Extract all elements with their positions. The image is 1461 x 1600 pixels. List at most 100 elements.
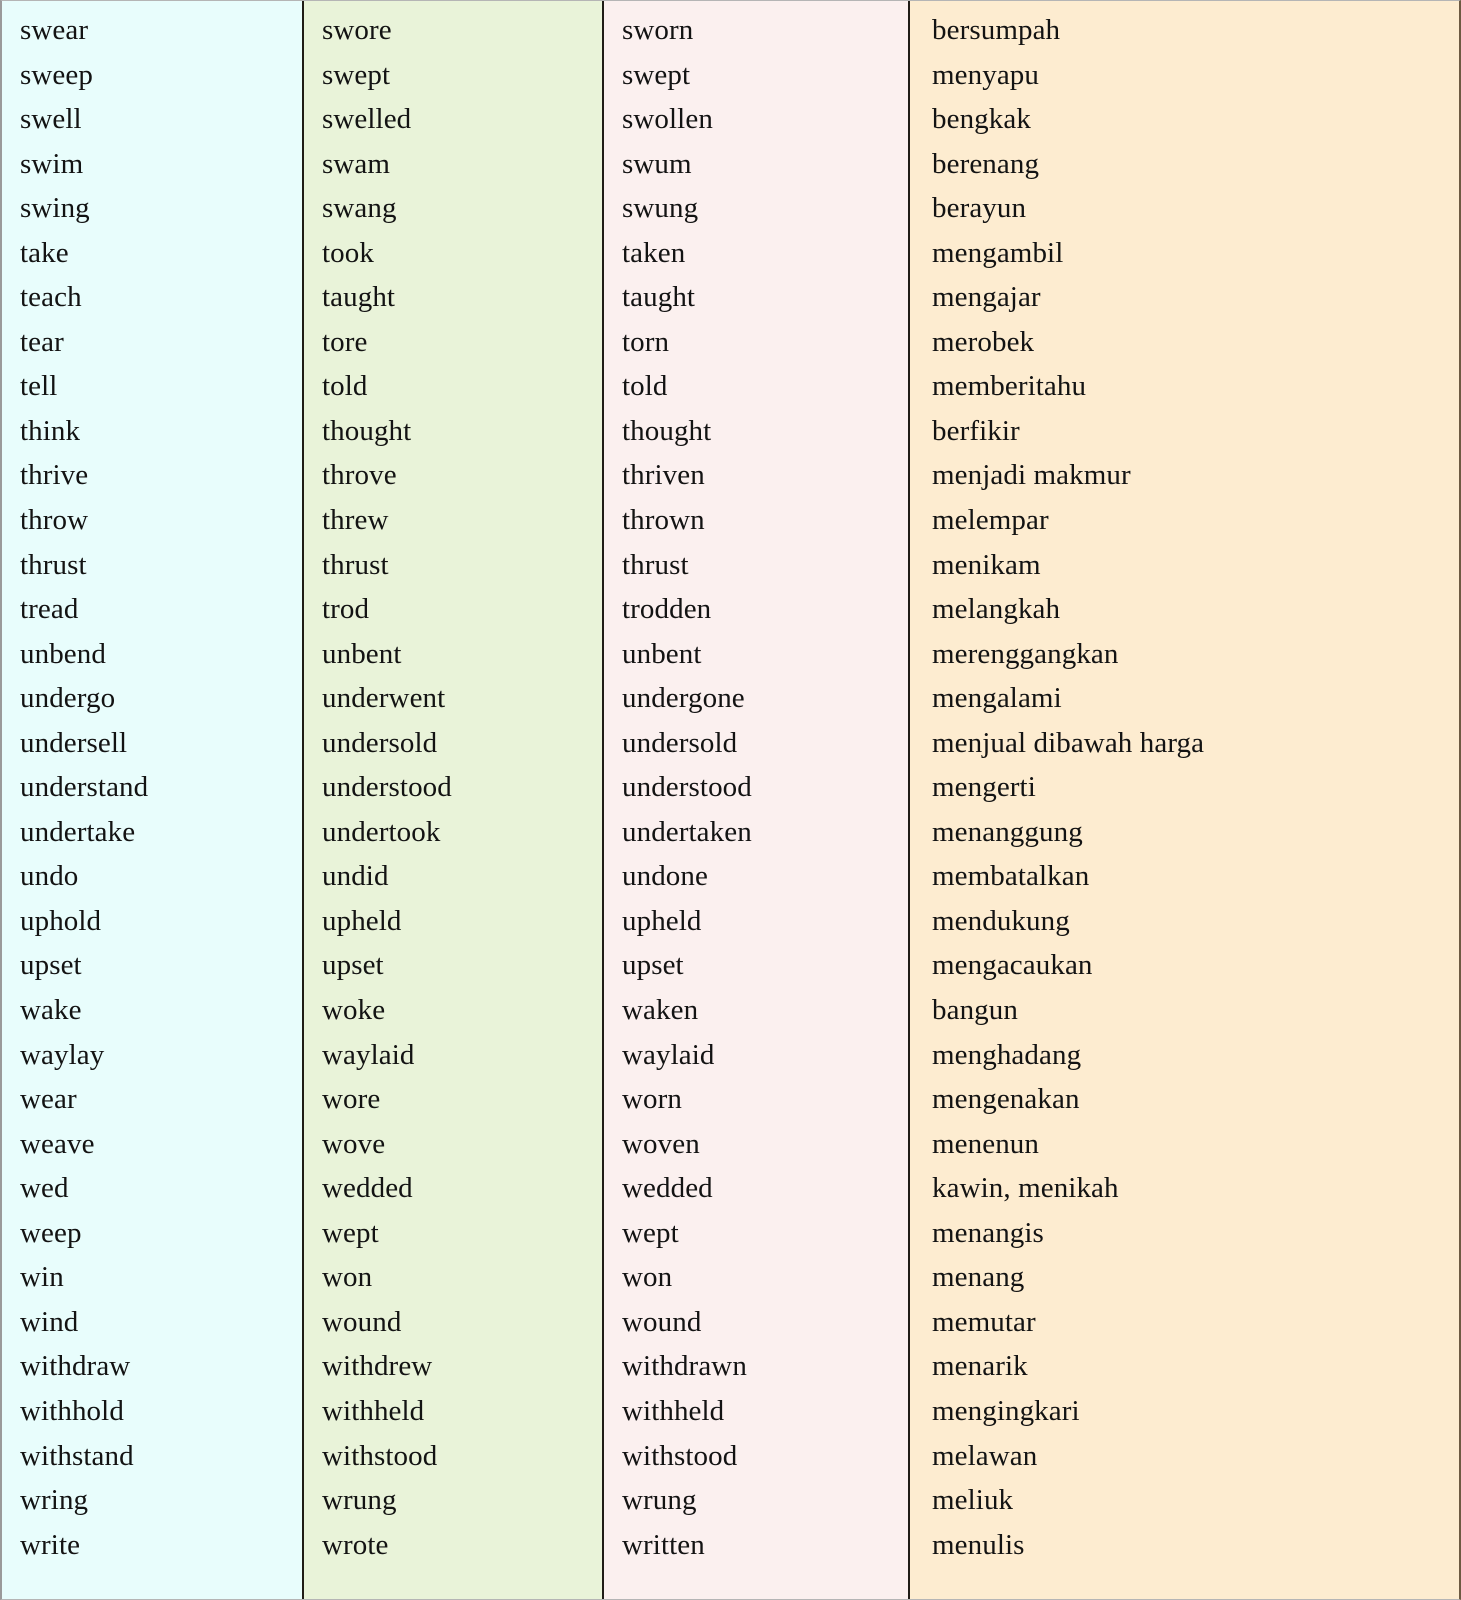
base-form-column: swear sweep swell swim swing take teach tear tel… — [2, 1, 304, 1599]
table-cell: withdrawn — [622, 1350, 747, 1383]
table-cell: undertake — [20, 815, 136, 848]
table-cell: withheld — [622, 1394, 725, 1427]
table-cell: teach — [20, 281, 82, 314]
table-cell: swollen — [622, 103, 713, 136]
table-cell: swore — [322, 14, 392, 46]
table-cell: wept — [622, 1216, 679, 1249]
table-cell: swept — [322, 58, 391, 91]
table-cell: waylay — [20, 1038, 105, 1071]
table-cell: memutar — [932, 1305, 1036, 1338]
table-cell: trodden — [622, 593, 712, 626]
table-cell: wound — [622, 1305, 702, 1338]
table-cell: took — [322, 236, 374, 269]
table-cell: menikam — [932, 548, 1041, 581]
table-cell: unbend — [20, 637, 106, 670]
table-cell: withstand — [20, 1439, 134, 1472]
table-cell: understand — [20, 771, 149, 804]
table-cell: mengingkari — [932, 1394, 1080, 1427]
table-cell: menulis — [932, 1528, 1025, 1561]
table-cell: weave — [20, 1127, 95, 1160]
table-cell: melangkah — [932, 593, 1061, 626]
table-cell: mengacaukan — [932, 949, 1093, 982]
table-cell: wove — [322, 1127, 386, 1160]
table-cell: upset — [322, 949, 384, 982]
table-cell: tore — [322, 325, 368, 358]
table-cell: melempar — [932, 504, 1049, 537]
table-cell: menarik — [932, 1350, 1028, 1383]
table-cell: kawin, menikah — [932, 1172, 1119, 1205]
table-cell: menang — [932, 1261, 1025, 1294]
table-cell: withdrew — [322, 1350, 433, 1383]
table-cell: undertook — [322, 815, 441, 848]
table-cell: berayun — [932, 192, 1027, 225]
table-cell: meliuk — [932, 1484, 1014, 1517]
base-form-cell-list: swear sweep swell swim swing take teach tear tel… — [2, 8, 302, 1567]
table-cell: undertaken — [622, 815, 752, 848]
table-cell: swam — [322, 147, 391, 180]
table-cell: mengenakan — [932, 1083, 1080, 1116]
table-cell: undersell — [20, 726, 128, 759]
table-cell: told — [622, 370, 668, 403]
indonesian-meaning-column: bersumpah menyapu bengkak berenang berayun me… — [910, 1, 1457, 1599]
table-cell: menanggung — [932, 815, 1083, 848]
indonesian-meaning-cell-list: bersumpah menyapu bengkak berenang berayun me… — [910, 8, 1457, 1567]
table-cell: woven — [622, 1127, 700, 1160]
table-cell: uphold — [20, 904, 102, 937]
table-cell: swell — [20, 103, 82, 136]
table-cell: write — [20, 1528, 81, 1561]
table-cell: membatalkan — [932, 860, 1090, 893]
table-cell: melawan — [932, 1439, 1038, 1472]
table-cell: swung — [622, 192, 699, 225]
table-cell: thrive — [20, 459, 89, 492]
table-cell: wrote — [322, 1528, 389, 1561]
table-cell: weep — [20, 1216, 82, 1249]
table-cell: memberitahu — [932, 370, 1087, 403]
table-cell: wedded — [622, 1172, 713, 1205]
table-cell: sweep — [20, 58, 93, 91]
table-cell: swelled — [322, 103, 412, 136]
table-cell: withdraw — [20, 1350, 131, 1383]
table-cell: waken — [622, 994, 699, 1027]
table-cell: think — [20, 414, 81, 447]
table-cell: bengkak — [932, 103, 1031, 136]
past-participle-column: sworn swept swollen swum swung taken taught tor… — [604, 1, 910, 1599]
table-cell: menjual dibawah harga — [932, 726, 1205, 759]
past-simple-cell-list: swore swept swelled swam swang took taught tore… — [304, 8, 602, 1567]
table-cell: mengambil — [932, 236, 1064, 269]
table-cell: taken — [622, 236, 686, 269]
table-cell: wedded — [322, 1172, 413, 1205]
table-cell: woke — [322, 994, 386, 1027]
table-cell: unbent — [622, 637, 702, 670]
table-cell: bersumpah — [932, 14, 1061, 46]
table-cell: menangis — [932, 1216, 1044, 1249]
table-cell: wrung — [622, 1484, 697, 1517]
table-cell: tell — [20, 370, 58, 403]
table-cell: upset — [622, 949, 684, 982]
table-cell: mendukung — [932, 904, 1070, 937]
table-cell: swing — [20, 192, 90, 225]
table-cell: taught — [322, 281, 396, 314]
table-cell: menenun — [932, 1127, 1040, 1160]
table-cell: mengalami — [932, 682, 1062, 715]
table-cell: withstood — [622, 1439, 738, 1472]
table-cell: wept — [322, 1216, 379, 1249]
table-cell: won — [322, 1261, 373, 1294]
table-cell: withheld — [322, 1394, 425, 1427]
table-cell: told — [322, 370, 368, 403]
table-cell: wore — [322, 1083, 381, 1116]
table-cell: taught — [622, 281, 696, 314]
table-cell: thrust — [20, 548, 87, 581]
table-cell: thrust — [622, 548, 689, 581]
table-cell: throve — [322, 459, 397, 492]
past-participle-cell-list: sworn swept swollen swum swung taken taught tor… — [604, 8, 908, 1567]
table-cell: undone — [622, 860, 708, 893]
table-cell: menghadang — [932, 1038, 1082, 1071]
table-cell: torn — [622, 325, 670, 358]
table-cell: swept — [622, 58, 691, 91]
table-cell: written — [622, 1528, 705, 1561]
table-cell: wear — [20, 1083, 77, 1116]
table-cell: undid — [322, 860, 389, 893]
table-cell: trod — [322, 593, 370, 626]
table-cell: mengerti — [932, 771, 1036, 804]
table-cell: wind — [20, 1305, 79, 1338]
